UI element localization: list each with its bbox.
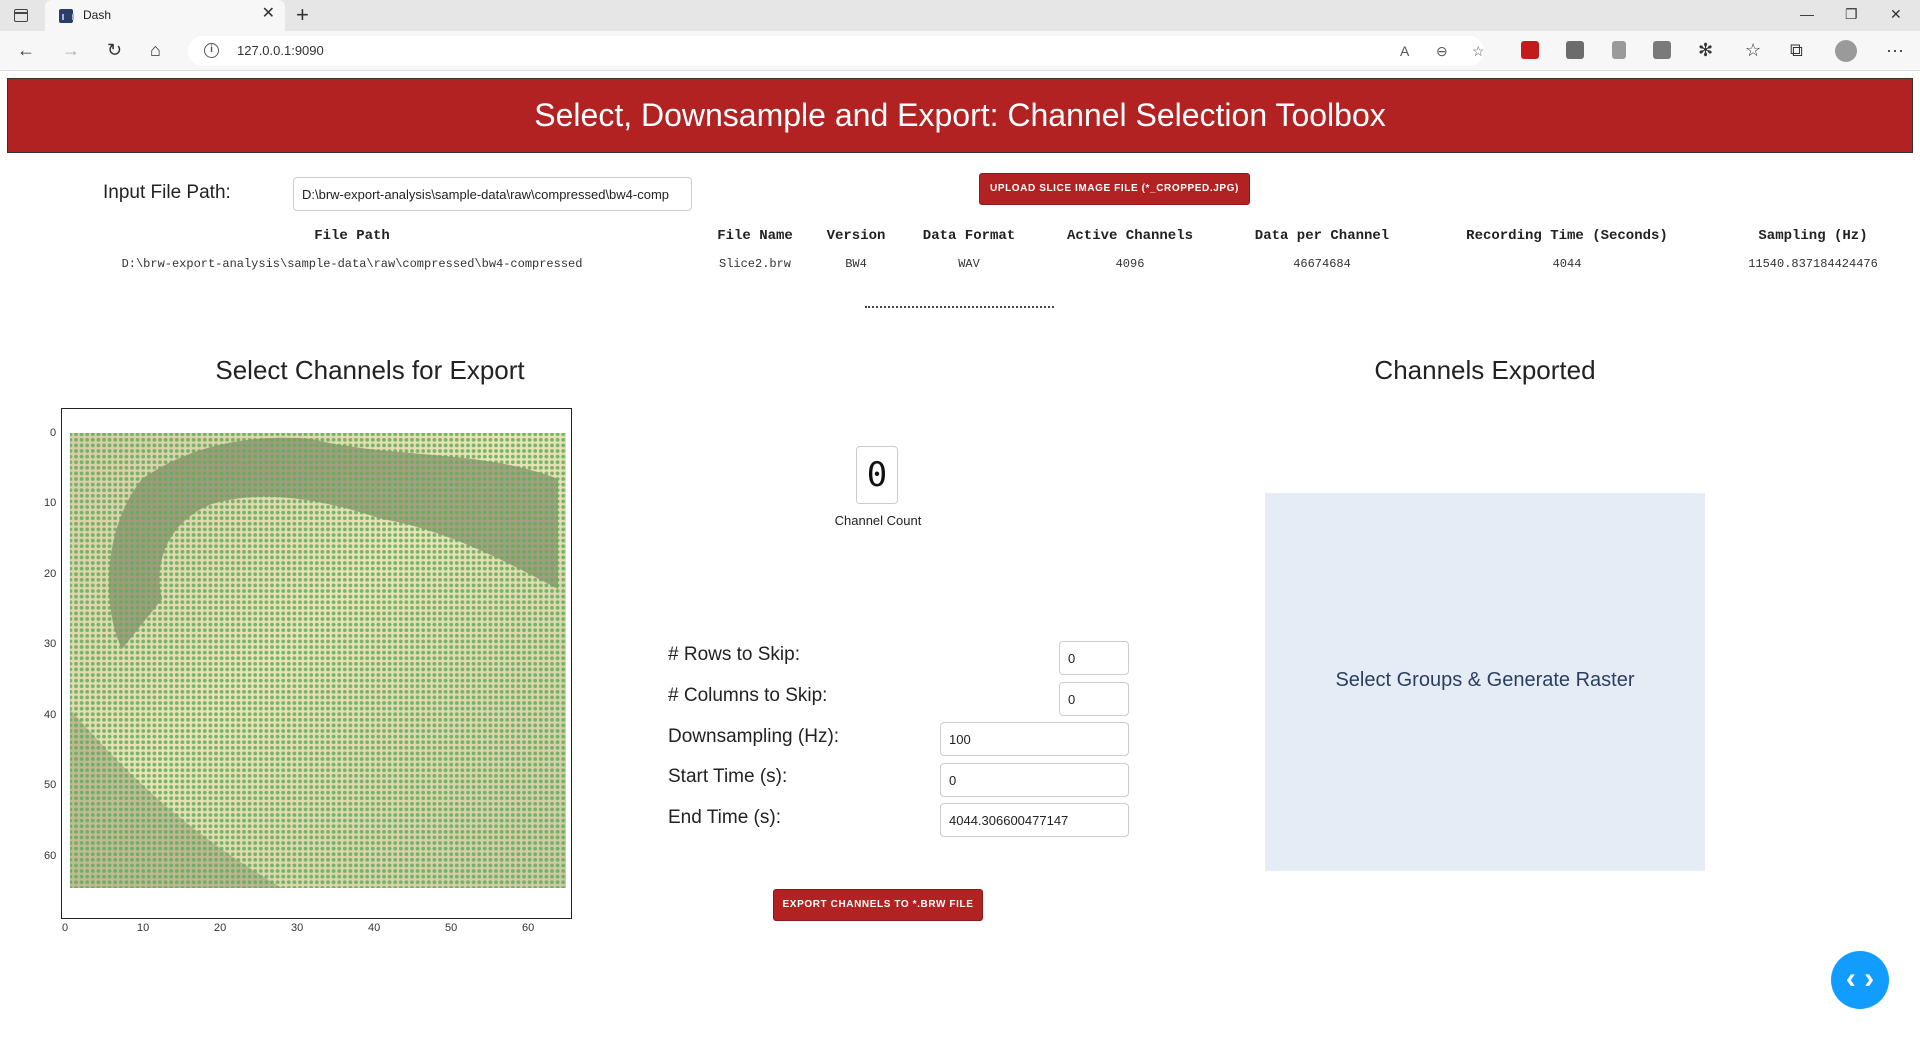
table-header: Recording Time (Seconds) <box>1466 228 1668 244</box>
rows-to-skip-input[interactable]: 0 <box>1059 641 1129 675</box>
table-cell: 4044 <box>1552 257 1582 271</box>
channels-exported-title: Channels Exported <box>1374 355 1596 385</box>
browser-tab-bar: Dash ✕ + — ❐ ✕ <box>0 0 1920 31</box>
new-tab-icon[interactable]: + <box>296 2 309 28</box>
table-header: Data Format <box>922 228 1016 244</box>
read-aloud-icon[interactable]: A <box>1400 43 1409 59</box>
site-info-icon[interactable]: i <box>204 43 219 58</box>
table-header: Active Channels <box>1066 228 1194 244</box>
address-bar: ← → ↻ ⌂ i 127.0.0.1:9090 A ⊖ ☆ ✻ ☆ ⧉ ··· <box>0 31 1920 71</box>
raster-plot-placeholder: Select Groups & Generate Raster <box>1265 493 1705 871</box>
end-time-input[interactable]: 4044.306600477147 <box>940 803 1129 837</box>
minimize-icon[interactable]: — <box>1800 6 1814 22</box>
slice-image-grid[interactable] <box>62 409 571 918</box>
input-file-path-label: Input File Path: <box>103 182 231 203</box>
refresh-icon[interactable]: ↻ <box>107 40 122 60</box>
raster-placeholder-text: Select Groups & Generate Raster <box>1335 669 1635 691</box>
table-cell: D:\brw-export-analysis\sample-data\raw\c… <box>121 257 583 271</box>
channel-count-display: 0 <box>856 446 898 504</box>
table-header: Version <box>826 228 886 244</box>
y-tick: 10 <box>44 497 57 509</box>
close-tab-icon[interactable]: ✕ <box>262 6 275 22</box>
table-header: Sampling (Hz) <box>1758 228 1868 244</box>
x-tick: 10 <box>137 922 150 934</box>
table-header: Data per Channel <box>1254 228 1390 244</box>
upload-slice-image-button[interactable]: UPLOAD SLICE IMAGE FILE (*_CROPPED.JPG) <box>979 173 1250 205</box>
channel-selection-plot[interactable] <box>61 408 572 919</box>
tab-actions-icon[interactable] <box>14 9 28 22</box>
channel-count-label: Channel Count <box>834 513 922 528</box>
url-field[interactable]: i 127.0.0.1:9090 A ⊖ ☆ <box>188 36 1485 66</box>
table-header: File Path <box>314 228 390 244</box>
home-icon[interactable]: ⌂ <box>150 40 161 60</box>
app-header: Select, Downsample and Export: Channel S… <box>7 78 1913 153</box>
table-cell: 4096 <box>1115 257 1145 271</box>
y-tick: 60 <box>44 850 57 862</box>
x-tick: 40 <box>368 922 381 934</box>
collections-icon[interactable]: ⧉ <box>1790 40 1803 60</box>
y-tick: 30 <box>44 638 57 650</box>
tab-title: Dash <box>83 8 112 22</box>
favorite-star-icon[interactable]: ☆ <box>1472 43 1485 60</box>
table-header: File Name <box>717 228 793 244</box>
y-tick: 20 <box>44 568 57 580</box>
profile-avatar-icon[interactable] <box>1835 40 1857 62</box>
browser-tab[interactable]: Dash ✕ <box>45 0 285 31</box>
input-file-path-field[interactable]: D:\brw-export-analysis\sample-data\raw\c… <box>293 177 692 211</box>
end-time-label: End Time (s): <box>668 807 781 828</box>
page-title: Select, Downsample and Export: Channel S… <box>534 97 1386 133</box>
extension-office-icon[interactable] <box>1566 41 1584 59</box>
forward-icon[interactable]: → <box>62 40 80 60</box>
y-tick: 0 <box>50 427 57 439</box>
table-cell: 46674684 <box>1293 257 1351 271</box>
y-tick: 40 <box>44 709 57 721</box>
table-cell: Slice2.brw <box>718 257 792 271</box>
x-tick: 0 <box>62 922 69 934</box>
extension-pdf-icon[interactable] <box>1653 41 1671 59</box>
start-time-input[interactable]: 0 <box>940 763 1129 797</box>
more-menu-icon[interactable]: ··· <box>1886 40 1904 60</box>
select-channels-title: Select Channels for Export <box>215 355 525 385</box>
close-window-icon[interactable]: ✕ <box>1890 6 1902 23</box>
start-time-label: Start Time (s): <box>668 766 788 787</box>
columns-to-skip-input[interactable]: 0 <box>1059 682 1129 716</box>
x-tick: 50 <box>445 922 458 934</box>
x-tick: 30 <box>291 922 304 934</box>
extensions-puzzle-icon[interactable]: ✻ <box>1698 40 1713 60</box>
rows-to-skip-label: # Rows to Skip: <box>668 644 800 665</box>
dash-debug-toggle-button[interactable]: ‹ › <box>1831 951 1889 1009</box>
extension-shield-icon[interactable] <box>1612 41 1626 59</box>
extension-pulse-icon[interactable] <box>1521 41 1539 59</box>
table-cell: 11540.837184424476 <box>1748 257 1878 271</box>
columns-to-skip-label: # Columns to Skip: <box>668 685 828 706</box>
y-tick: 50 <box>44 779 57 791</box>
code-brackets-icon: ‹ › <box>1845 962 1875 995</box>
back-icon[interactable]: ← <box>17 40 35 60</box>
url-text: 127.0.0.1:9090 <box>237 43 324 58</box>
channel-dot-grid[interactable] <box>70 433 566 888</box>
x-tick: 60 <box>522 922 535 934</box>
restore-icon[interactable]: ❐ <box>1845 6 1858 23</box>
downsampling-label: Downsampling (Hz): <box>668 726 840 747</box>
x-tick: 20 <box>214 922 227 934</box>
divider <box>865 306 1054 308</box>
dash-favicon-icon <box>59 9 74 23</box>
export-channels-button[interactable]: EXPORT CHANNELS TO *.BRW FILE <box>773 889 983 921</box>
zoom-icon[interactable]: ⊖ <box>1436 43 1448 60</box>
downsampling-input[interactable]: 100 <box>940 722 1129 756</box>
table-cell: WAV <box>958 257 980 271</box>
favorites-icon[interactable]: ☆ <box>1745 40 1761 60</box>
table-cell: BW4 <box>845 257 867 271</box>
